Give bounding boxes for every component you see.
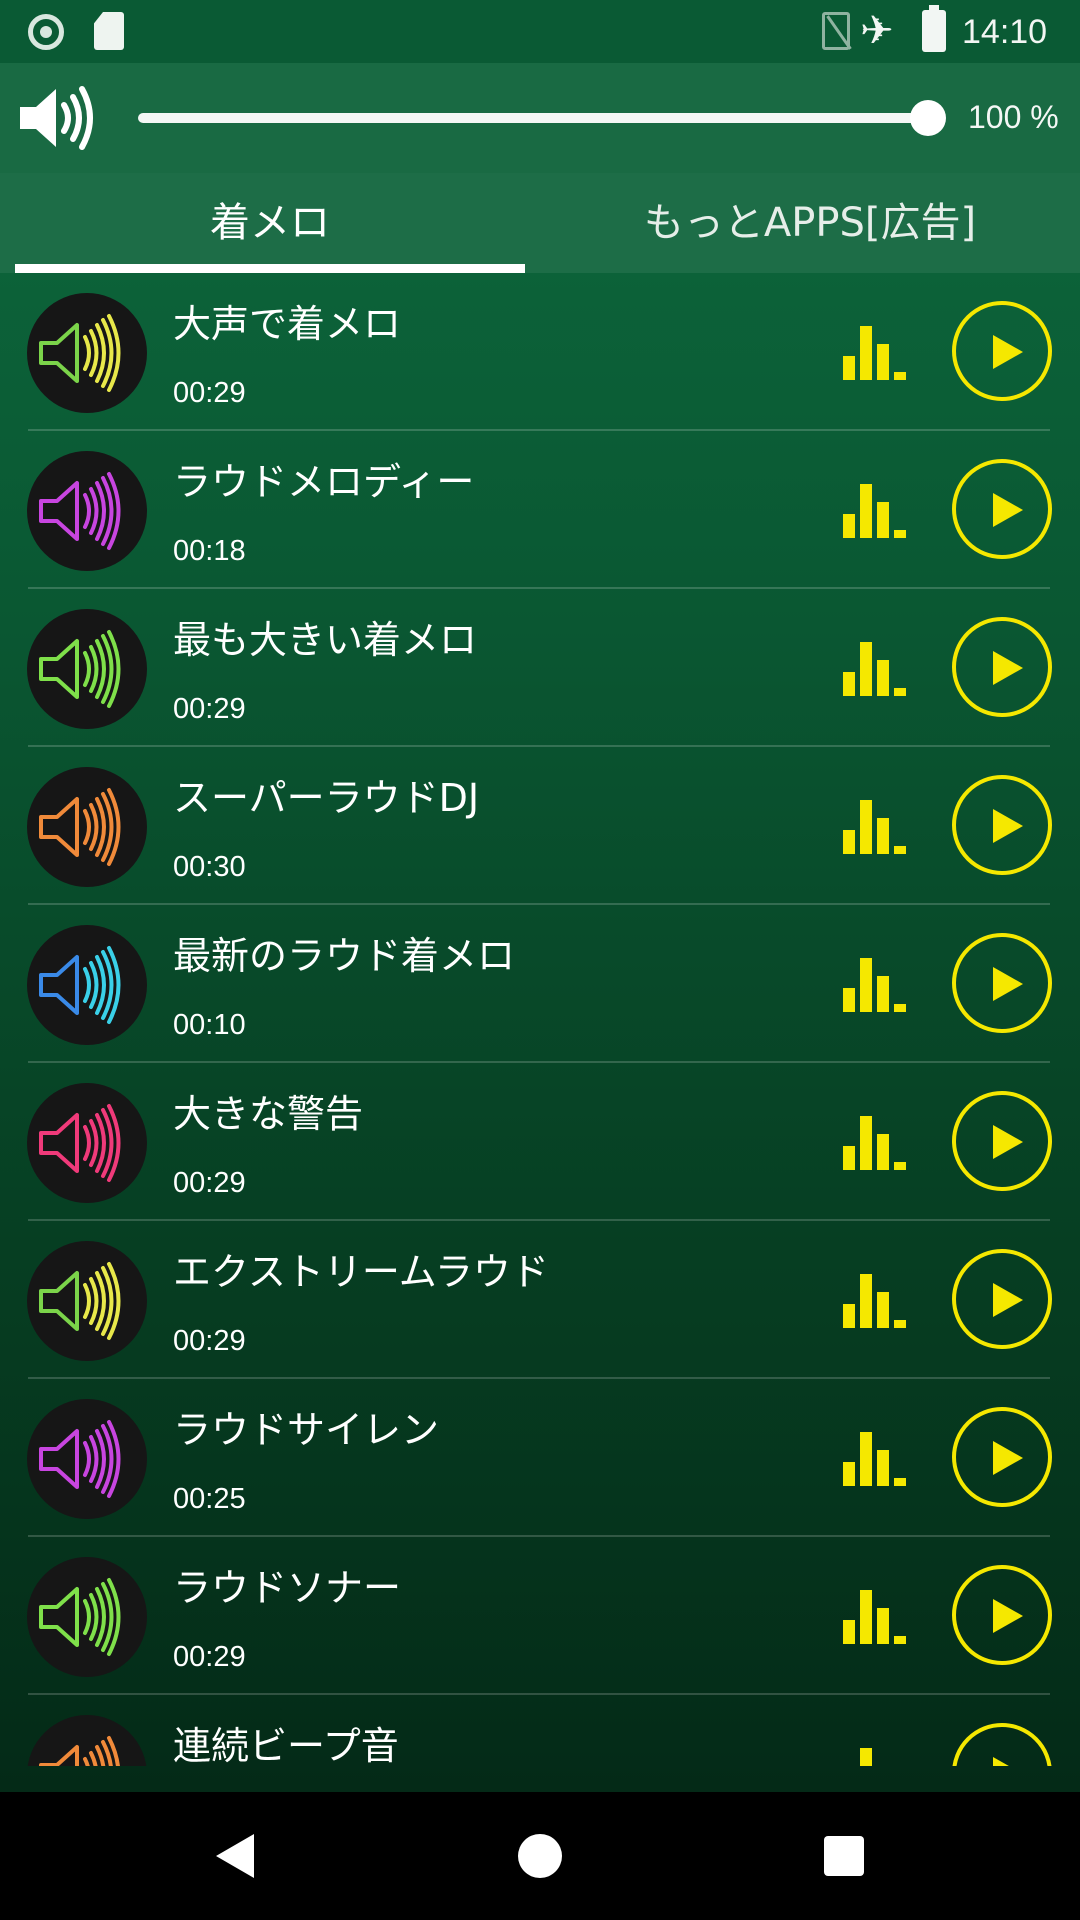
speaker-avatar-icon — [27, 293, 147, 413]
play-button[interactable] — [952, 1565, 1052, 1665]
ringtone-duration: 00:29 — [173, 693, 246, 725]
ringtone-duration: 00:29 — [173, 377, 246, 409]
play-button[interactable] — [952, 1091, 1052, 1191]
ringtone-duration: 00:18 — [173, 535, 246, 567]
navigation-bar — [0, 1792, 1080, 1920]
ringtone-duration: 00:25 — [173, 1483, 246, 1515]
play-button[interactable] — [952, 617, 1052, 717]
equalizer-icon[interactable] — [843, 800, 909, 854]
record-icon — [28, 14, 64, 50]
speaker-avatar-icon — [27, 1715, 147, 1766]
ringtone-title: 大声で着メロ — [173, 302, 402, 346]
speaker-avatar-icon — [27, 1557, 147, 1677]
battery-charging-icon — [922, 5, 946, 52]
no-sim-icon — [822, 12, 850, 50]
speaker-avatar-icon — [27, 451, 147, 571]
ringtone-title: エクストリームラウド — [173, 1250, 549, 1294]
tab-more-apps[interactable]: もっとAPPS[広告] — [540, 173, 1080, 273]
play-button[interactable] — [952, 1407, 1052, 1507]
back-icon[interactable] — [216, 1834, 254, 1878]
ringtone-duration: 00:10 — [173, 1009, 246, 1041]
play-button[interactable] — [952, 775, 1052, 875]
tab-indicator — [15, 264, 525, 273]
list-item[interactable]: 最新のラウド着メロ 00:10 — [0, 905, 1080, 1063]
equalizer-icon[interactable] — [843, 326, 909, 380]
ringtone-title: 連続ビープ音 — [173, 1724, 399, 1766]
play-button[interactable] — [952, 1249, 1052, 1349]
speaker-avatar-icon — [27, 925, 147, 1045]
ringtone-title: 大きな警告 — [173, 1092, 364, 1136]
ringtone-duration: 00:30 — [173, 851, 246, 883]
play-button[interactable] — [952, 459, 1052, 559]
volume-row: 100 % — [0, 63, 1080, 173]
ringtone-duration: 00:29 — [173, 1325, 246, 1357]
list-item[interactable]: 連続ビープ音 — [0, 1695, 1080, 1766]
sd-card-icon — [94, 12, 124, 50]
ringtone-title: ラウドサイレン — [173, 1408, 440, 1452]
equalizer-icon[interactable] — [843, 1590, 909, 1644]
speaker-avatar-icon — [27, 1399, 147, 1519]
equalizer-icon[interactable] — [843, 484, 909, 538]
list-item[interactable]: 大きな警告 00:29 — [0, 1063, 1080, 1221]
recents-icon[interactable] — [824, 1836, 864, 1876]
play-button[interactable] — [952, 1723, 1052, 1766]
home-icon[interactable] — [518, 1834, 562, 1878]
equalizer-icon[interactable] — [843, 1748, 909, 1766]
status-bar: ✈ 14:10 — [0, 0, 1080, 63]
equalizer-icon[interactable] — [843, 642, 909, 696]
tab-bar: 着メロ もっとAPPS[広告] — [0, 173, 1080, 273]
ringtone-title: ラウドメロディー — [173, 460, 475, 504]
volume-percent: 100 % — [968, 99, 1059, 135]
ringtone-title: 最新のラウド着メロ — [173, 934, 516, 978]
volume-slider-thumb[interactable] — [910, 100, 946, 136]
ringtone-duration: 00:29 — [173, 1167, 246, 1199]
tab-ringtones[interactable]: 着メロ — [0, 173, 540, 273]
play-button[interactable] — [952, 301, 1052, 401]
equalizer-icon[interactable] — [843, 1274, 909, 1328]
status-time: 14:10 — [962, 13, 1048, 51]
ringtone-list[interactable]: 大声で着メロ 00:29 ラウドメロディー 00:18 最も大きい着メロ 00:… — [0, 273, 1080, 1766]
list-item[interactable]: エクストリームラウド 00:29 — [0, 1221, 1080, 1379]
play-button[interactable] — [952, 933, 1052, 1033]
speaker-icon[interactable] — [18, 83, 96, 153]
list-item[interactable]: スーパーラウドDJ 00:30 — [0, 747, 1080, 905]
app-screen: ✈ 14:10 100 % 着メロ もっとAPPS[広告] 大声で着メロ 00:… — [0, 0, 1080, 1792]
ringtone-title: スーパーラウドDJ — [173, 776, 480, 820]
equalizer-icon[interactable] — [843, 958, 909, 1012]
list-item[interactable]: ラウドソナー 00:29 — [0, 1537, 1080, 1695]
airplane-icon: ✈ — [860, 8, 894, 54]
speaker-avatar-icon — [27, 1083, 147, 1203]
list-item[interactable]: 大声で着メロ 00:29 — [0, 273, 1080, 431]
list-item[interactable]: ラウドメロディー 00:18 — [0, 431, 1080, 589]
equalizer-icon[interactable] — [843, 1432, 909, 1486]
list-item[interactable]: 最も大きい着メロ 00:29 — [0, 589, 1080, 747]
volume-slider[interactable] — [138, 113, 928, 123]
ringtone-duration: 00:29 — [173, 1641, 246, 1673]
ringtone-title: ラウドソナー — [173, 1566, 402, 1610]
speaker-avatar-icon — [27, 609, 147, 729]
list-item[interactable]: ラウドサイレン 00:25 — [0, 1379, 1080, 1537]
speaker-avatar-icon — [27, 1241, 147, 1361]
ringtone-title: 最も大きい着メロ — [173, 618, 478, 662]
equalizer-icon[interactable] — [843, 1116, 909, 1170]
speaker-avatar-icon — [27, 767, 147, 887]
